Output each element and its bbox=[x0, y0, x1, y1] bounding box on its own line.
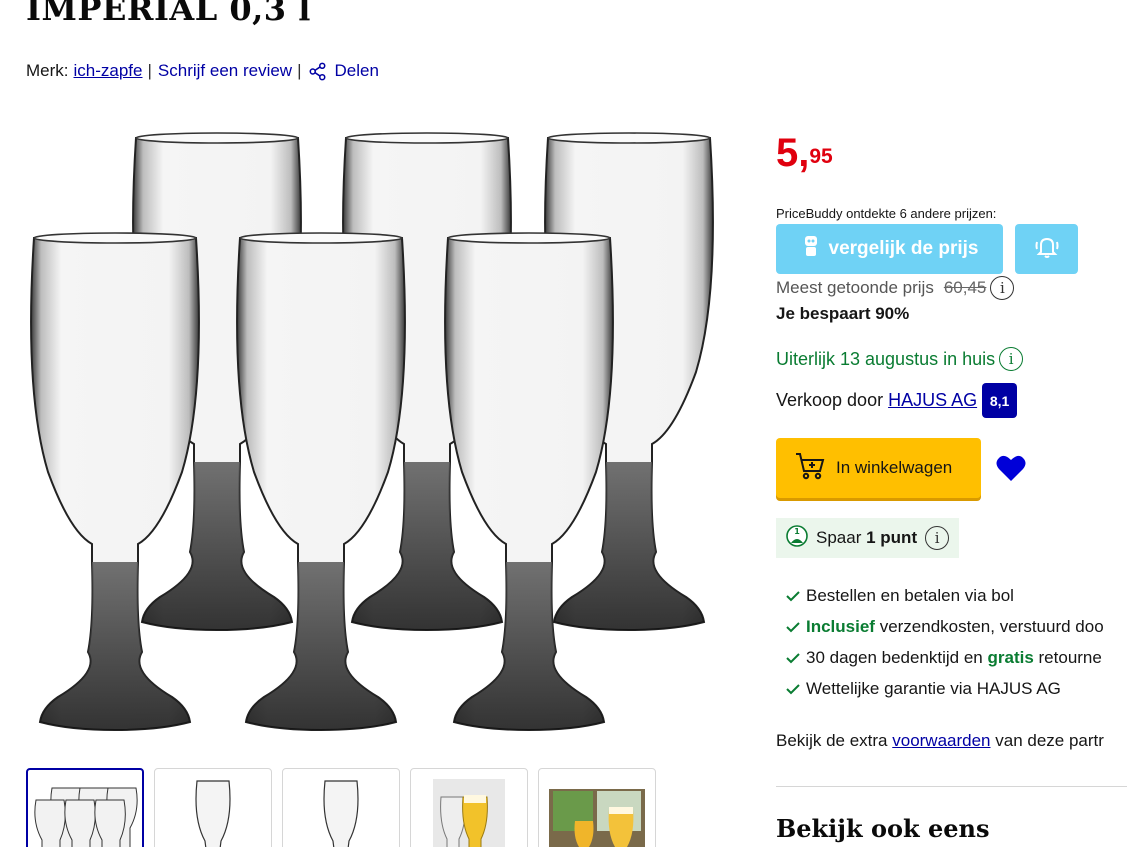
terms-link[interactable]: voorwaarden bbox=[892, 731, 990, 750]
points-prefix: Spaar bbox=[816, 528, 862, 547]
product-title: IMPERIAL 0,3 l bbox=[26, 0, 311, 28]
price: 5,95 bbox=[776, 131, 833, 175]
usp-highlight: Inclusief bbox=[806, 616, 875, 636]
usp-item: Bestellen en betalen via bol bbox=[786, 580, 1104, 611]
usp-item: Inclusief verzendkosten, verstuurd doo bbox=[786, 611, 1104, 642]
checkmark-icon bbox=[786, 683, 806, 695]
add-to-cart-label: In winkelwagen bbox=[836, 458, 953, 477]
checkmark-icon bbox=[786, 652, 806, 664]
usp-item: Wettelijke garantie via HAJUS AG bbox=[786, 673, 1104, 704]
checkmark-icon bbox=[786, 590, 806, 602]
usp-list: Bestellen en betalen via bol Inclusief v… bbox=[786, 580, 1104, 704]
usp-text: Bestellen en betalen via bol bbox=[806, 585, 1014, 605]
checkmark-icon bbox=[786, 621, 806, 633]
points-info-icon[interactable]: i bbox=[925, 526, 950, 550]
pricebuddy-note: PriceBuddy ontdekte 6 andere prijzen: bbox=[776, 206, 997, 221]
seller-score-badge[interactable]: 8,1 bbox=[982, 383, 1018, 418]
usp-text: retourne bbox=[1033, 647, 1102, 667]
usp-text: 30 dagen bedenktijd en bbox=[806, 647, 988, 667]
seller-label: Verkoop door bbox=[776, 390, 884, 410]
thumbnail-strip bbox=[26, 768, 656, 847]
heart-icon bbox=[995, 455, 1027, 487]
thumbnail-5[interactable] bbox=[538, 768, 656, 847]
reference-price-label: Meest getoonde prijs bbox=[776, 278, 934, 297]
usp-text: Wettelijke garantie via HAJUS AG bbox=[806, 678, 1061, 698]
pricebuddy-mascot-icon bbox=[801, 234, 821, 264]
terms-text: van deze partr bbox=[990, 731, 1104, 750]
usp-text: verzendkosten, verstuurd doo bbox=[874, 616, 1104, 636]
terms-text: Bekijk de extra bbox=[776, 731, 893, 750]
compare-price-label: vergelijk de prijs bbox=[828, 238, 979, 259]
thumbnail-1[interactable] bbox=[26, 768, 144, 847]
cart-icon bbox=[794, 451, 826, 486]
reference-price: Meest getoonde prijs 60,45 i bbox=[776, 276, 1015, 300]
write-review-link[interactable]: Schrijf een review bbox=[158, 61, 292, 81]
thumbnail-4[interactable] bbox=[410, 768, 528, 847]
product-meta: Merk: ich-zapfe | Schrijf een review | D… bbox=[26, 61, 379, 81]
reference-price-old: 60,45 bbox=[943, 278, 987, 297]
brand-link[interactable]: ich-zapfe bbox=[74, 61, 143, 81]
savings-text: Je bespaart 90% bbox=[776, 304, 910, 323]
meta-separator: | bbox=[297, 61, 302, 80]
meta-separator: | bbox=[147, 61, 152, 80]
points-text: Spaar 1 punt bbox=[816, 528, 917, 548]
usp-highlight: gratis bbox=[987, 647, 1034, 667]
product-main-image[interactable] bbox=[26, 128, 716, 738]
seller-info: Verkoop door HAJUS AG 8,1 bbox=[776, 383, 1018, 418]
price-cents: 95 bbox=[809, 145, 833, 168]
thumbnail-2[interactable] bbox=[154, 768, 272, 847]
see-also-heading: Bekijk ook eens bbox=[776, 814, 990, 843]
delivery-promise: Uiterlijk 13 augustus in huis i bbox=[776, 347, 1024, 371]
share-link[interactable]: Delen bbox=[308, 61, 379, 81]
share-label: Delen bbox=[334, 61, 379, 80]
wishlist-button[interactable] bbox=[995, 453, 1027, 488]
share-icon bbox=[308, 62, 327, 81]
loyalty-points: 1 Spaar 1 punt i bbox=[776, 518, 959, 558]
thumbnail-3[interactable] bbox=[282, 768, 400, 847]
terms-note: Bekijk de extra voorwaarden van deze par… bbox=[776, 731, 1104, 751]
divider bbox=[776, 786, 1127, 787]
price-alert-button[interactable] bbox=[1015, 224, 1078, 274]
add-to-cart-button[interactable]: In winkelwagen bbox=[776, 438, 981, 498]
svg-text:1: 1 bbox=[794, 527, 800, 536]
bell-alert-icon bbox=[1033, 233, 1061, 266]
points-icon: 1 bbox=[786, 524, 808, 552]
points-value: 1 punt bbox=[866, 528, 918, 547]
delivery-text: Uiterlijk 13 augustus in huis bbox=[776, 348, 996, 369]
delivery-info-icon[interactable]: i bbox=[999, 347, 1024, 371]
usp-item: 30 dagen bedenktijd en gratis retourne bbox=[786, 642, 1104, 673]
info-icon[interactable]: i bbox=[990, 276, 1015, 300]
brand-label: Merk: bbox=[26, 61, 69, 80]
compare-price-button[interactable]: vergelijk de prijs bbox=[776, 224, 1003, 274]
seller-link[interactable]: HAJUS AG bbox=[888, 390, 977, 411]
price-euros: 5, bbox=[776, 131, 810, 175]
